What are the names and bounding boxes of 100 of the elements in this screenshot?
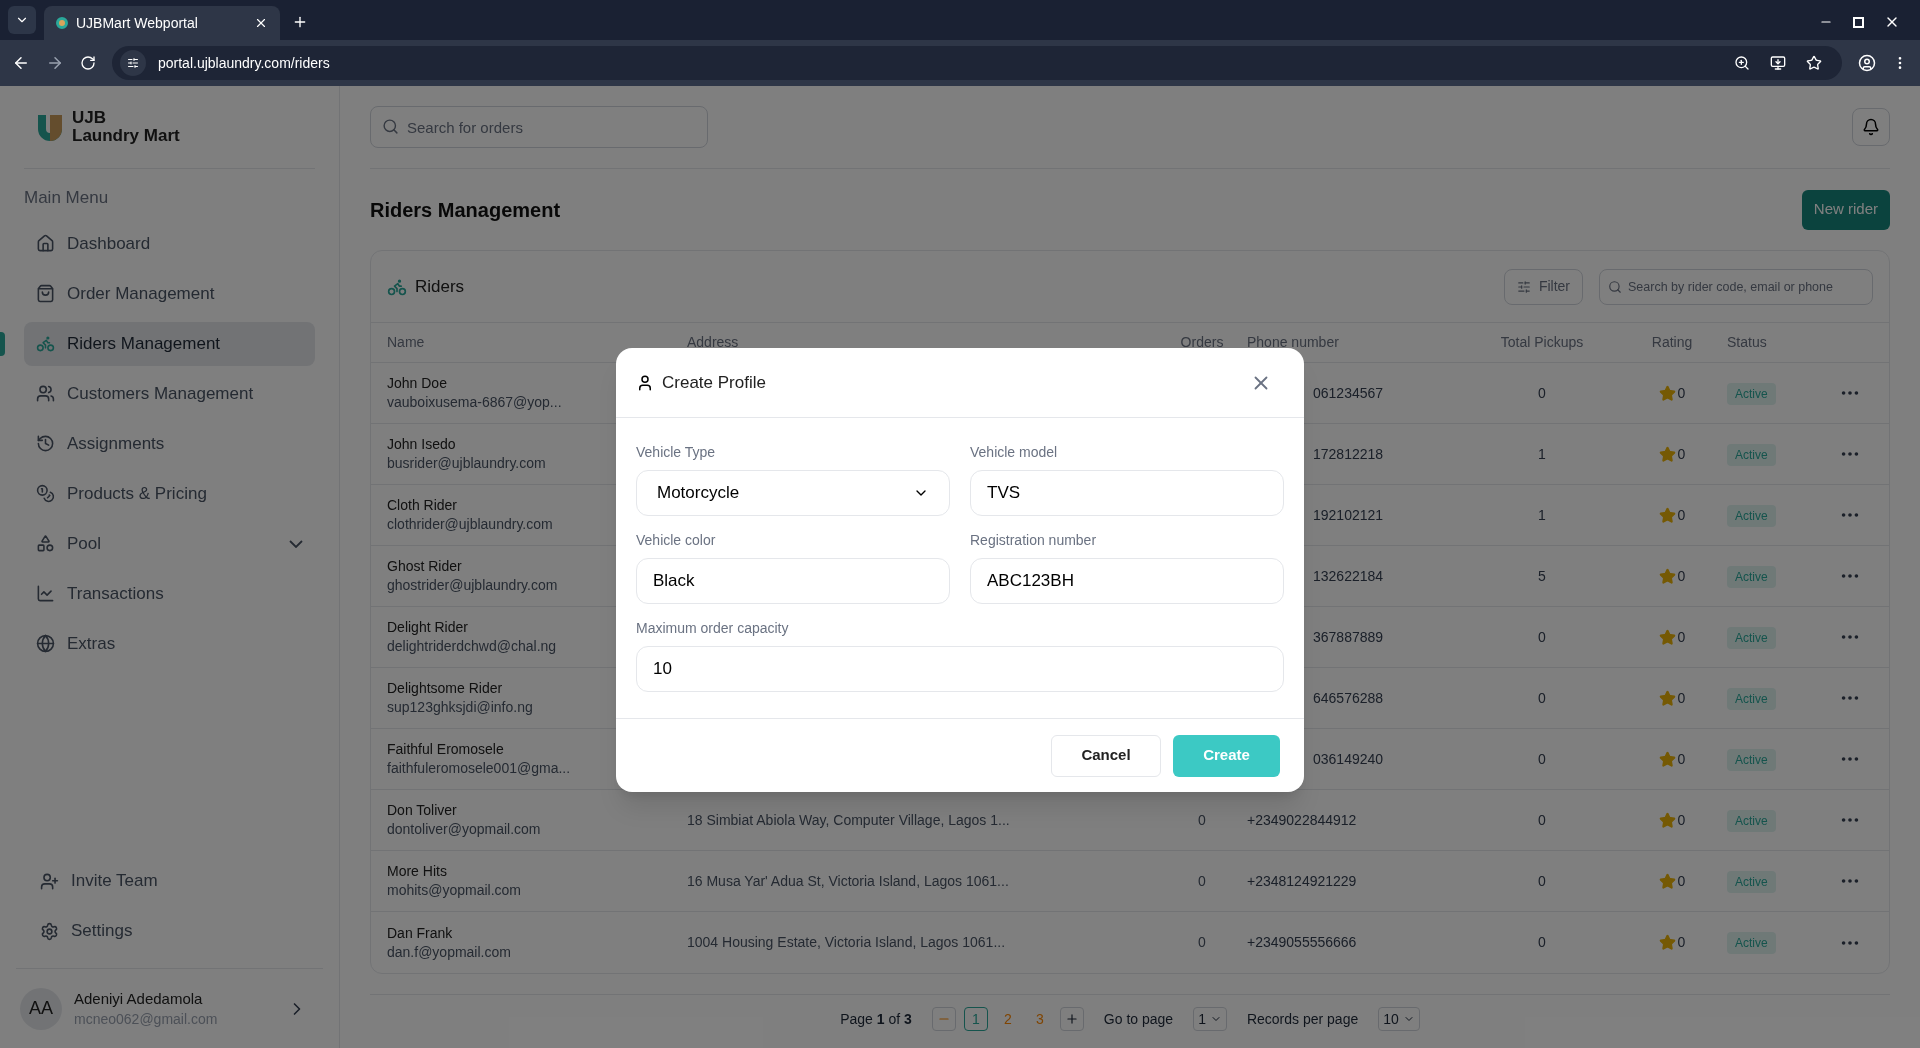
rating-cell-text: 0 bbox=[1677, 933, 1686, 952]
back-icon[interactable] bbox=[12, 54, 30, 72]
rider-name: Delightsome Rider bbox=[387, 679, 503, 698]
rating-cell-text: 0 bbox=[1677, 566, 1686, 586]
user-icon bbox=[636, 373, 654, 392]
star-icon bbox=[1658, 689, 1676, 707]
rider-name: John Isedo bbox=[387, 435, 456, 454]
bookmark-icon[interactable] bbox=[1806, 55, 1822, 71]
page-button[interactable]: 3 bbox=[1027, 1007, 1052, 1031]
reload-icon[interactable] bbox=[80, 55, 96, 71]
input-field[interactable]: 10 bbox=[636, 646, 1284, 692]
orders-cell: 0 bbox=[1198, 934, 1206, 950]
phone-cell: 646576288 bbox=[1313, 689, 1384, 706]
rating-cell-text: 0 bbox=[1677, 627, 1686, 647]
column-header: Status bbox=[1727, 334, 1767, 350]
rider-email: mohits@yopmail.com bbox=[387, 881, 522, 900]
close-icon[interactable] bbox=[254, 16, 268, 30]
input-field[interactable]: ABC123BH bbox=[970, 558, 1284, 604]
pickups-cell: 1 bbox=[1538, 445, 1546, 462]
nav-item[interactable]: Transactions bbox=[24, 571, 315, 616]
status-badge: Active bbox=[1727, 504, 1776, 527]
page-button[interactable]: 1 bbox=[963, 1007, 988, 1031]
plus-icon bbox=[1064, 1012, 1079, 1026]
star-icon bbox=[1658, 811, 1676, 829]
globe-icon bbox=[36, 634, 55, 653]
rider-name: Dan Frank bbox=[387, 923, 453, 943]
rider-search-field[interactable]: Search by rider code, email or phone bbox=[1599, 268, 1873, 305]
new-rider-button[interactable]: New rider bbox=[1801, 189, 1890, 230]
input-field[interactable]: TVS bbox=[970, 470, 1284, 516]
cancel-button[interactable]: Cancel bbox=[1051, 734, 1161, 777]
nav-item[interactable]: Assignments bbox=[24, 421, 315, 466]
nav-item[interactable]: Settings bbox=[40, 906, 299, 956]
dialog-title: Create Profile bbox=[662, 371, 767, 394]
restore-icon[interactable] bbox=[1853, 16, 1864, 28]
status-badge: Active bbox=[1727, 932, 1776, 954]
pickups-cell: 0 bbox=[1538, 628, 1546, 645]
rating-cell-text: 0 bbox=[1677, 810, 1686, 830]
notification-button[interactable] bbox=[1852, 108, 1890, 146]
search-field[interactable]: Search for orders bbox=[370, 106, 708, 148]
bell-icon bbox=[1862, 118, 1880, 136]
nav-item[interactable]: Dashboard bbox=[24, 221, 315, 266]
address-cell: 18 Simbiat Abiola Way, Computer Village, Lagos 1... bbox=[687, 811, 1010, 828]
star-icon bbox=[1658, 567, 1676, 585]
input-field[interactable]: Black bbox=[636, 558, 950, 604]
settings-icon bbox=[40, 921, 59, 941]
page-button[interactable]: 2 bbox=[995, 1007, 1020, 1031]
phone-cell: +2349022844912 bbox=[1247, 811, 1357, 828]
new-tab-icon[interactable] bbox=[292, 14, 308, 30]
rider-name: Don Toliver bbox=[387, 801, 457, 820]
browser-tab[interactable]: UJBMart Webportal bbox=[44, 6, 280, 40]
status-badge: Active bbox=[1727, 870, 1776, 893]
field-label: Registration number bbox=[970, 531, 1098, 550]
nav-item[interactable]: Products & Pricing bbox=[24, 471, 315, 516]
rating-cell-text: 0 bbox=[1677, 749, 1686, 769]
address-cell: 1004 Housing Estate, Victoria Island, Lagos 1061... bbox=[687, 934, 1006, 950]
nav-item[interactable]: Order Management bbox=[24, 271, 315, 316]
filter-button[interactable]: Filter bbox=[1503, 268, 1583, 305]
phone-cell: 036149240 bbox=[1313, 750, 1384, 767]
status-badge: Active bbox=[1727, 809, 1776, 832]
field-label: Vehicle model bbox=[970, 443, 1059, 462]
chevron-icon bbox=[289, 539, 303, 548]
rider-email: clothrider@ujblaundry.com bbox=[387, 515, 553, 534]
column-header: Phone number bbox=[1247, 334, 1339, 350]
menu-heading: Main Menu bbox=[24, 187, 110, 209]
create-button[interactable]: Create bbox=[1173, 734, 1280, 777]
per-page-select[interactable]: 10 bbox=[1378, 1007, 1420, 1031]
profile-icon[interactable] bbox=[1858, 54, 1876, 72]
status-badge: Active bbox=[1727, 443, 1776, 466]
next-page-button[interactable] bbox=[1059, 1007, 1084, 1031]
zoom-icon[interactable] bbox=[1734, 55, 1750, 71]
nav-item[interactable]: Riders Management bbox=[24, 321, 315, 366]
star-icon bbox=[1658, 628, 1676, 646]
pickups-cell: 0 bbox=[1538, 811, 1546, 828]
line-chart-icon bbox=[36, 584, 55, 603]
rider-name: John Doe bbox=[387, 374, 447, 393]
nav-item[interactable]: Extras bbox=[24, 621, 315, 666]
address-bar[interactable]: portal.ujblaundry.com/riders bbox=[112, 46, 1842, 80]
star-icon bbox=[1658, 384, 1676, 402]
history-icon bbox=[36, 434, 55, 453]
rider-name: Faithful Eromosele bbox=[387, 740, 504, 759]
site-settings-icon[interactable] bbox=[120, 50, 146, 76]
bag-icon bbox=[36, 284, 55, 303]
pickups-cell: 0 bbox=[1538, 384, 1546, 401]
rider-name: Ghost Rider bbox=[387, 557, 462, 576]
page-summary: Page 1 of 3 bbox=[840, 1009, 912, 1029]
goto-select[interactable]: 1 bbox=[1193, 1007, 1227, 1031]
rider-name: Cloth Rider bbox=[387, 496, 458, 515]
star-icon bbox=[1658, 872, 1676, 890]
shapes-icon bbox=[36, 534, 55, 553]
tab-list-button[interactable] bbox=[8, 6, 36, 34]
vehicle-type-select[interactable]: Motorcycle bbox=[636, 470, 950, 516]
forward-icon[interactable] bbox=[46, 54, 64, 72]
install-icon[interactable] bbox=[1770, 55, 1786, 71]
house-icon bbox=[36, 234, 55, 253]
nav-item[interactable]: Customers Management bbox=[24, 371, 315, 416]
phone-cell: 061234567 bbox=[1313, 384, 1384, 401]
nav-item[interactable]: Pool bbox=[24, 521, 315, 566]
nav-item[interactable]: Invite Team bbox=[40, 856, 299, 906]
active-indicator bbox=[0, 331, 5, 356]
phone-cell: 367887889 bbox=[1313, 628, 1384, 645]
